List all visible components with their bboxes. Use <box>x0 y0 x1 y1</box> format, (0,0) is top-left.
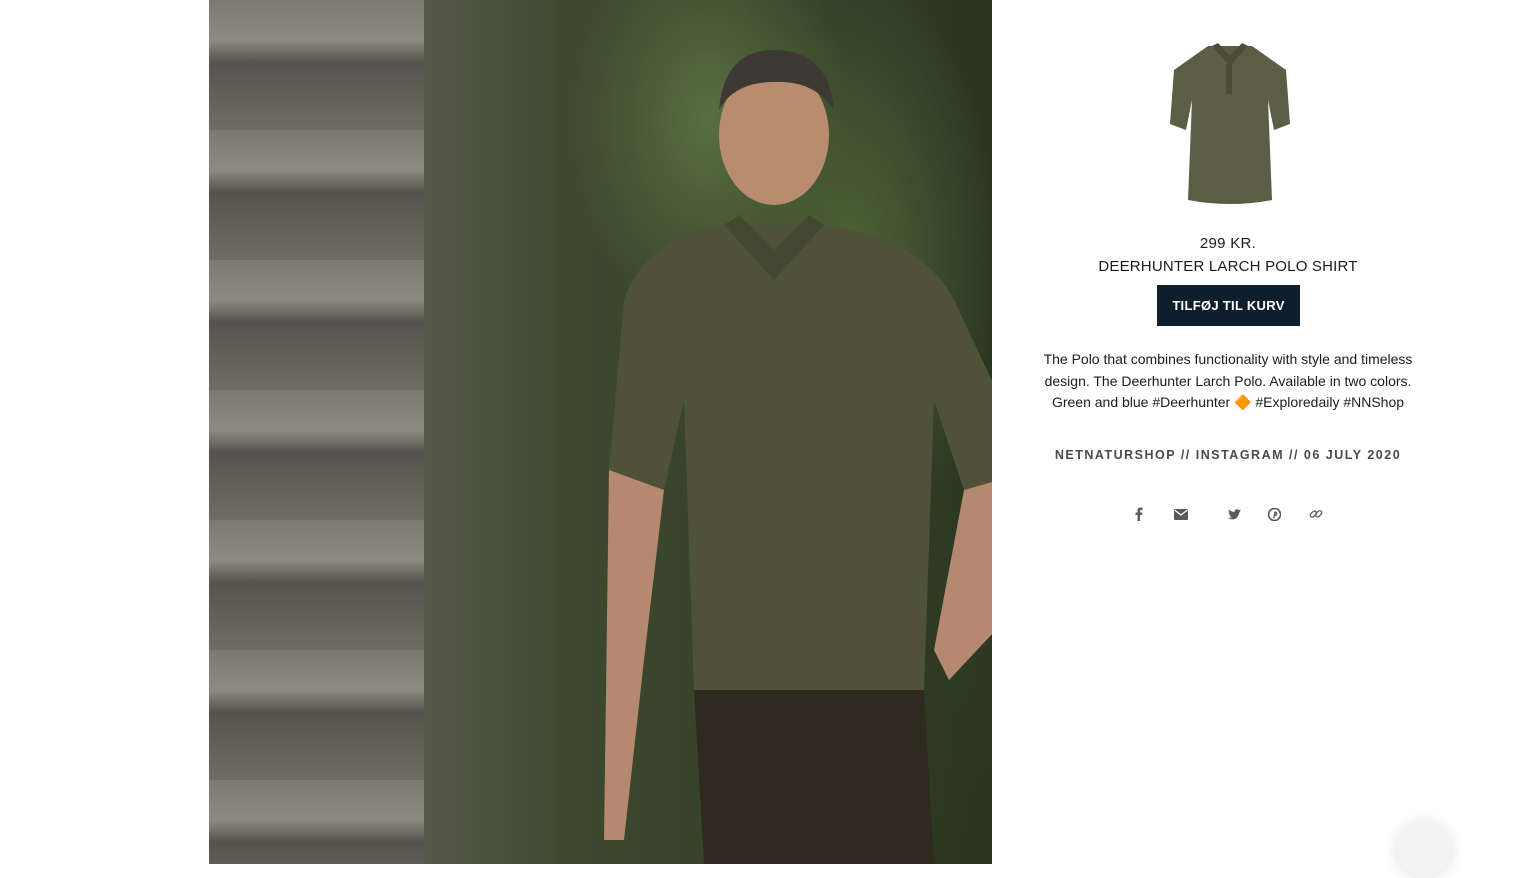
product-name[interactable]: DEERHUNTER LARCH POLO SHIRT <box>1030 258 1426 275</box>
post-description: The Polo that combines functionality wit… <box>1043 351 1413 410</box>
product-price: 299 KR. <box>1199 235 1257 252</box>
polo-shirt-thumbnail[interactable] <box>1168 40 1292 208</box>
model-in-polo-shirt <box>604 50 992 864</box>
mail-icon[interactable] <box>1171 504 1191 524</box>
twitter-icon[interactable] <box>1224 504 1244 524</box>
post-meta: NETNATURSHOP // INSTAGRAM // 06 JULY 202… <box>1054 448 1402 462</box>
link-icon[interactable] <box>1306 504 1326 524</box>
chat-widget-button[interactable] <box>1396 822 1452 878</box>
pinterest-icon[interactable] <box>1264 504 1284 524</box>
facebook-icon[interactable] <box>1129 504 1149 524</box>
add-to-cart-button[interactable]: TILFØJ TIL KURV <box>1157 285 1300 326</box>
log-wall <box>209 0 424 864</box>
product-panel: 299 KR. DEERHUNTER LARCH POLO SHIRT TILF… <box>1030 0 1426 864</box>
lifestyle-photo <box>209 0 992 864</box>
